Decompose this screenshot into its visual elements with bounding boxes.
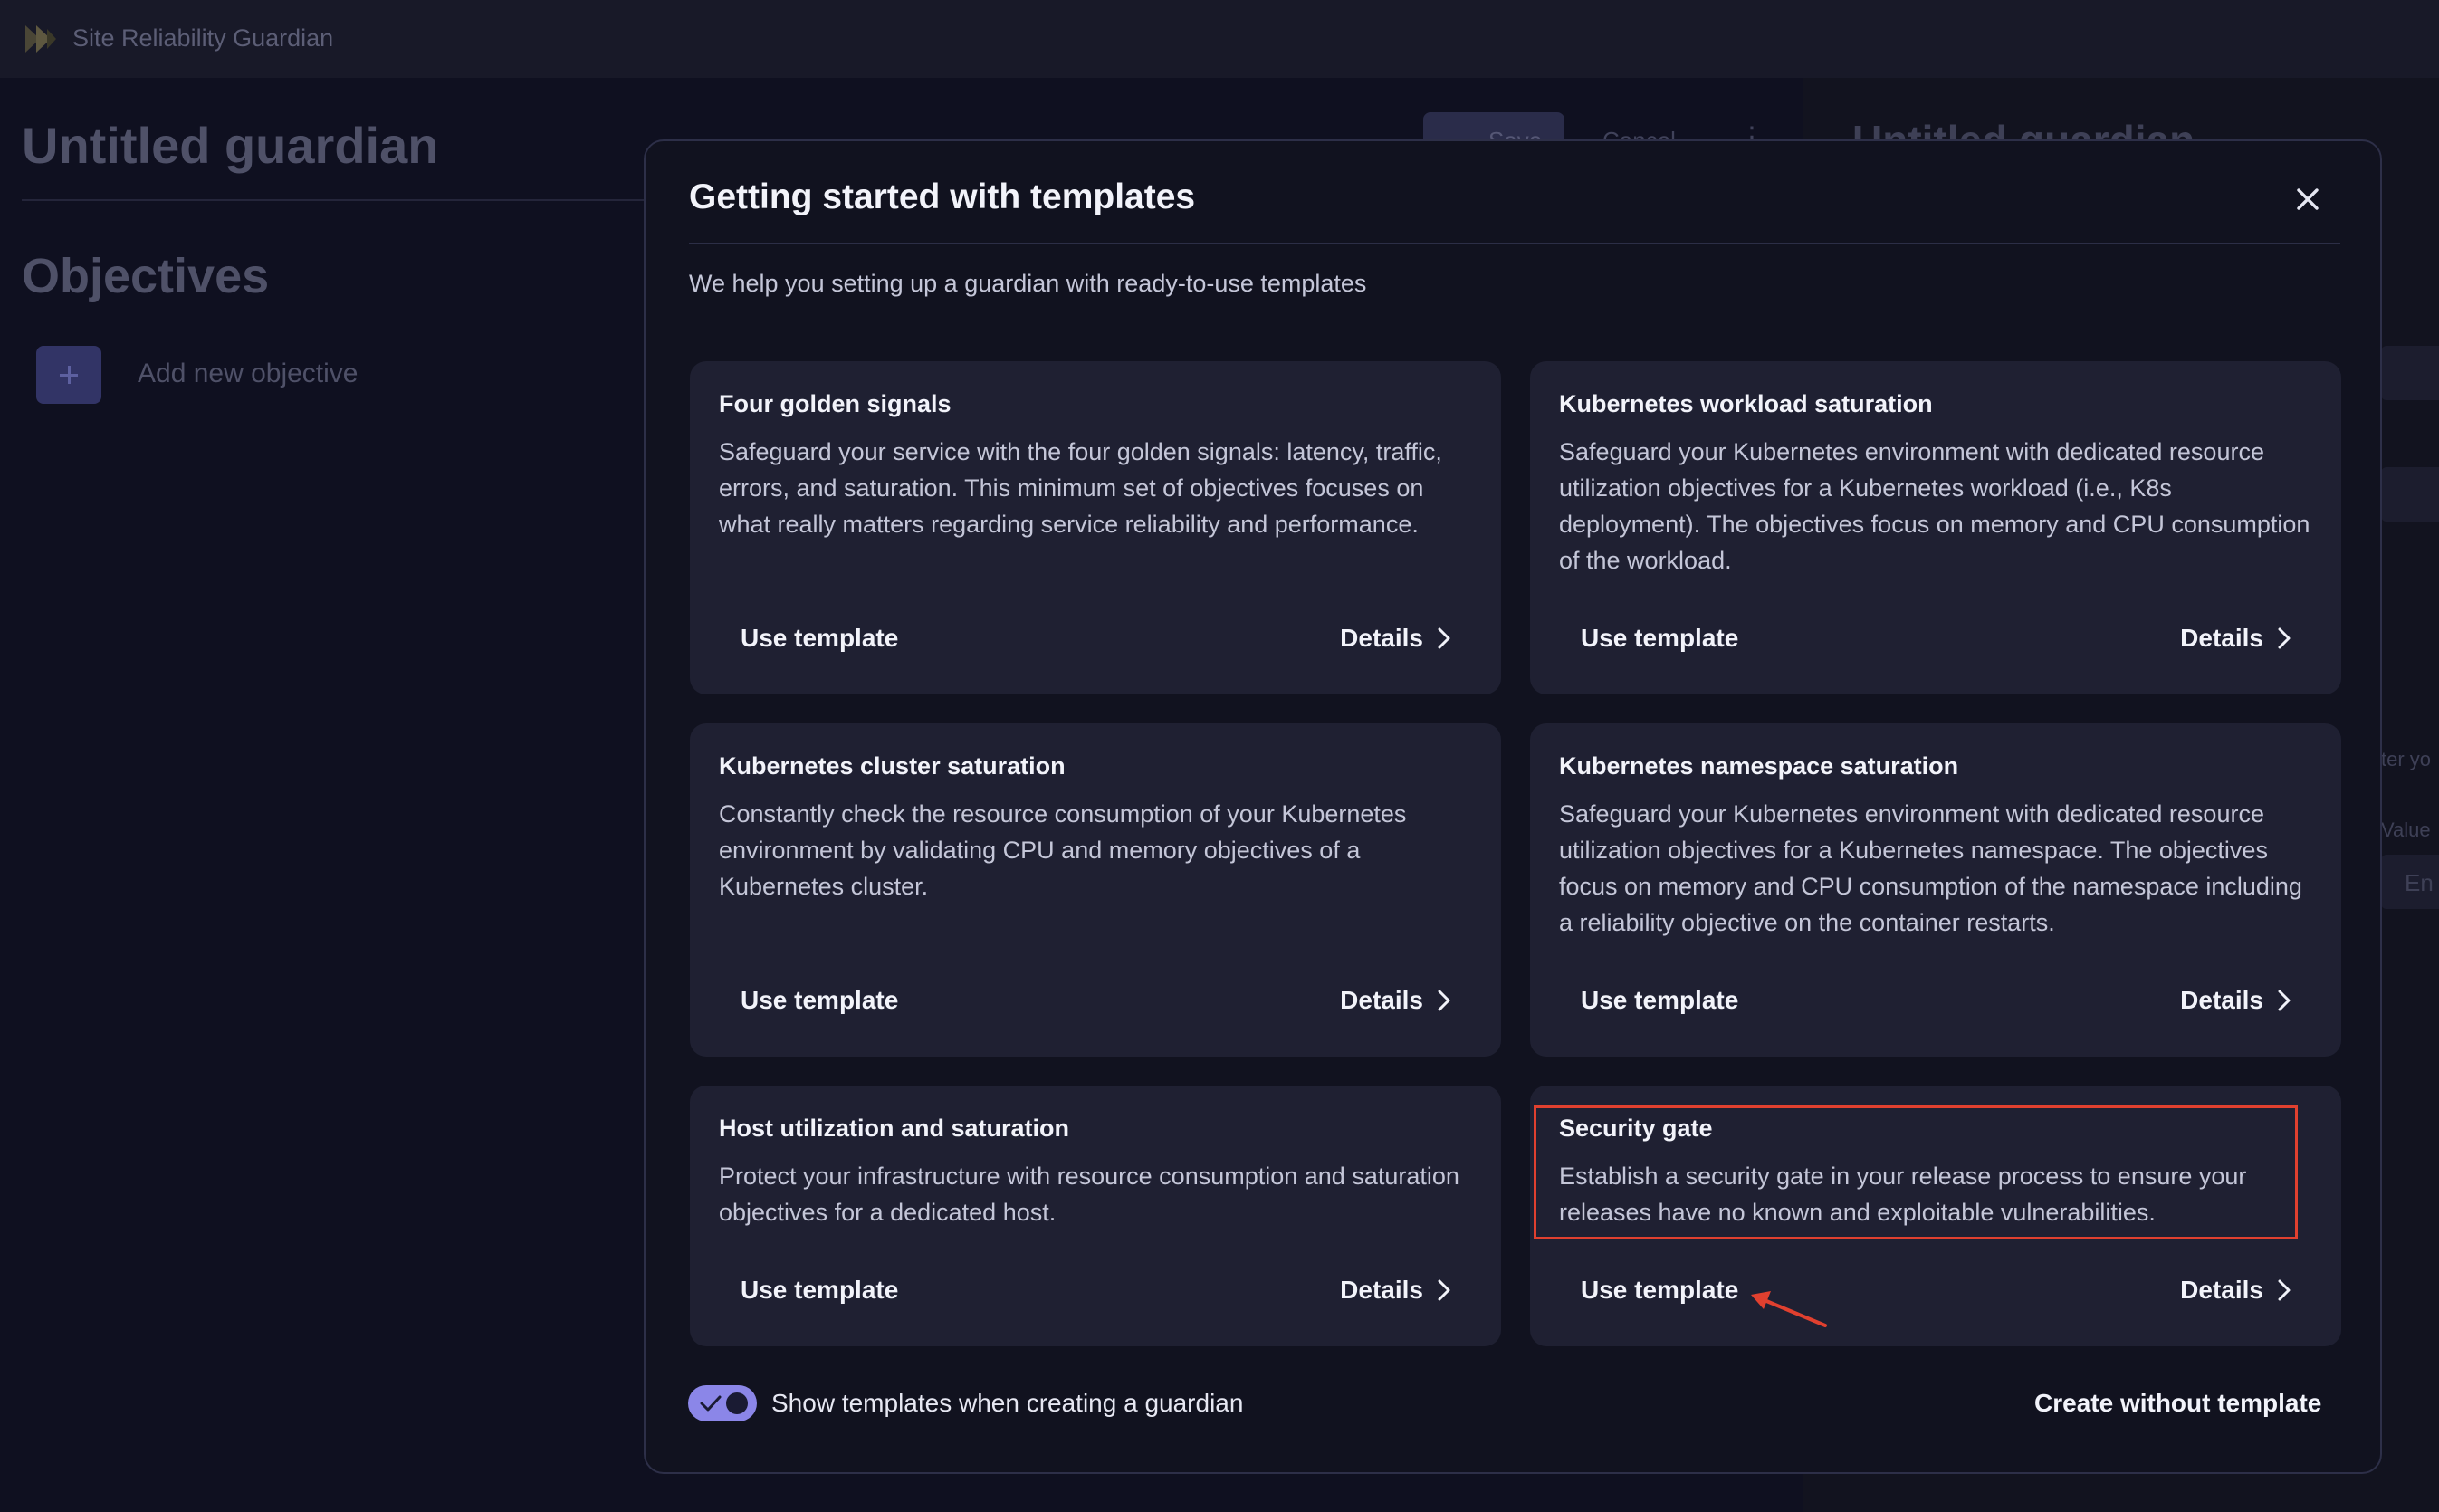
- card-description: Safeguard your Kubernetes environment wi…: [1559, 800, 2302, 936]
- card-title: Kubernetes namespace saturation: [1559, 752, 1959, 780]
- use-template-button[interactable]: Use template: [741, 624, 898, 653]
- app-title: Site Reliability Guardian: [72, 24, 334, 52]
- details-label: Details: [2180, 986, 2263, 1014]
- arrow-annotation-icon: [1751, 1291, 1827, 1327]
- right-panel-value-label: Value: [2381, 818, 2431, 841]
- details-label: Details: [2180, 1276, 2263, 1304]
- template-card: Kubernetes workload saturation Safeguard…: [1530, 361, 2341, 694]
- templates-modal: Getting started with templates We help y…: [644, 139, 2382, 1474]
- highlight-annotation: [1534, 1105, 2298, 1239]
- card-description: Protect your infrastructure with resourc…: [719, 1163, 1459, 1226]
- divider: [22, 199, 646, 201]
- details-button[interactable]: Details: [2180, 986, 2291, 1015]
- details-label: Details: [1340, 624, 1423, 652]
- chevron-right-icon: [1438, 627, 1450, 649]
- card-description: Constantly check the resource consumptio…: [719, 800, 1407, 900]
- use-template-button[interactable]: Use template: [741, 986, 898, 1015]
- use-template-button[interactable]: Use template: [1581, 986, 1738, 1015]
- template-card: Kubernetes cluster saturation Constantly…: [690, 723, 1501, 1057]
- chevron-right-icon: [2278, 627, 2291, 649]
- guardian-title: Untitled guardian: [22, 117, 439, 174]
- modal-divider: [689, 243, 2340, 244]
- add-objective-label[interactable]: Add new objective: [138, 359, 359, 389]
- show-templates-toggle[interactable]: [688, 1385, 757, 1421]
- top-bar: Site Reliability Guardian: [0, 0, 2439, 78]
- details-label: Details: [1340, 986, 1423, 1014]
- details-button[interactable]: Details: [2180, 1276, 2291, 1305]
- use-template-button[interactable]: Use template: [741, 1276, 898, 1305]
- chevron-right-icon: [2278, 990, 2291, 1011]
- create-without-template-button[interactable]: Create without template: [2034, 1389, 2321, 1418]
- card-title: Kubernetes cluster saturation: [719, 752, 1066, 780]
- details-label: Details: [2180, 624, 2263, 652]
- right-panel-hint: ter yo: [2381, 748, 2432, 770]
- use-template-button[interactable]: Use template: [1581, 624, 1738, 653]
- modal-subtitle: We help you setting up a guardian with r…: [689, 270, 1367, 297]
- details-button[interactable]: Details: [1340, 624, 1450, 653]
- details-button[interactable]: Details: [2180, 624, 2291, 653]
- template-card: Host utilization and saturation Protect …: [690, 1086, 1501, 1346]
- details-label: Details: [1340, 1276, 1423, 1304]
- card-title: Host utilization and saturation: [719, 1115, 1070, 1142]
- right-panel-field[interactable]: [2381, 467, 2439, 522]
- right-panel-value-placeholder: En: [2405, 869, 2434, 896]
- check-icon: [700, 1395, 722, 1412]
- app-logo-icon: [25, 25, 56, 53]
- card-description: Safeguard your service with the four gol…: [719, 438, 1442, 538]
- toggle-knob: [726, 1392, 748, 1414]
- chevron-right-icon: [2278, 1279, 2291, 1301]
- add-objective-button[interactable]: [36, 346, 101, 404]
- right-panel-field[interactable]: [2381, 346, 2439, 400]
- card-title: Four golden signals: [719, 390, 952, 417]
- details-button[interactable]: Details: [1340, 1276, 1450, 1305]
- show-templates-label[interactable]: Show templates when creating a guardian: [771, 1389, 1243, 1418]
- objectives-heading: Objectives: [22, 249, 270, 303]
- right-panel-value-input[interactable]: En: [2381, 855, 2439, 909]
- template-card: Four golden signals Safeguard your servi…: [690, 361, 1501, 694]
- card-description: Safeguard your Kubernetes environment wi…: [1559, 438, 2310, 574]
- chevron-right-icon: [1438, 1279, 1450, 1301]
- modal-title: Getting started with templates: [689, 177, 1196, 216]
- details-button[interactable]: Details: [1340, 986, 1450, 1015]
- use-template-button[interactable]: Use template: [1581, 1276, 1738, 1305]
- chevron-right-icon: [1438, 990, 1450, 1011]
- card-title: Kubernetes workload saturation: [1559, 390, 1933, 417]
- template-card: Kubernetes namespace saturation Safeguar…: [1530, 723, 2341, 1057]
- close-icon[interactable]: [2291, 183, 2324, 215]
